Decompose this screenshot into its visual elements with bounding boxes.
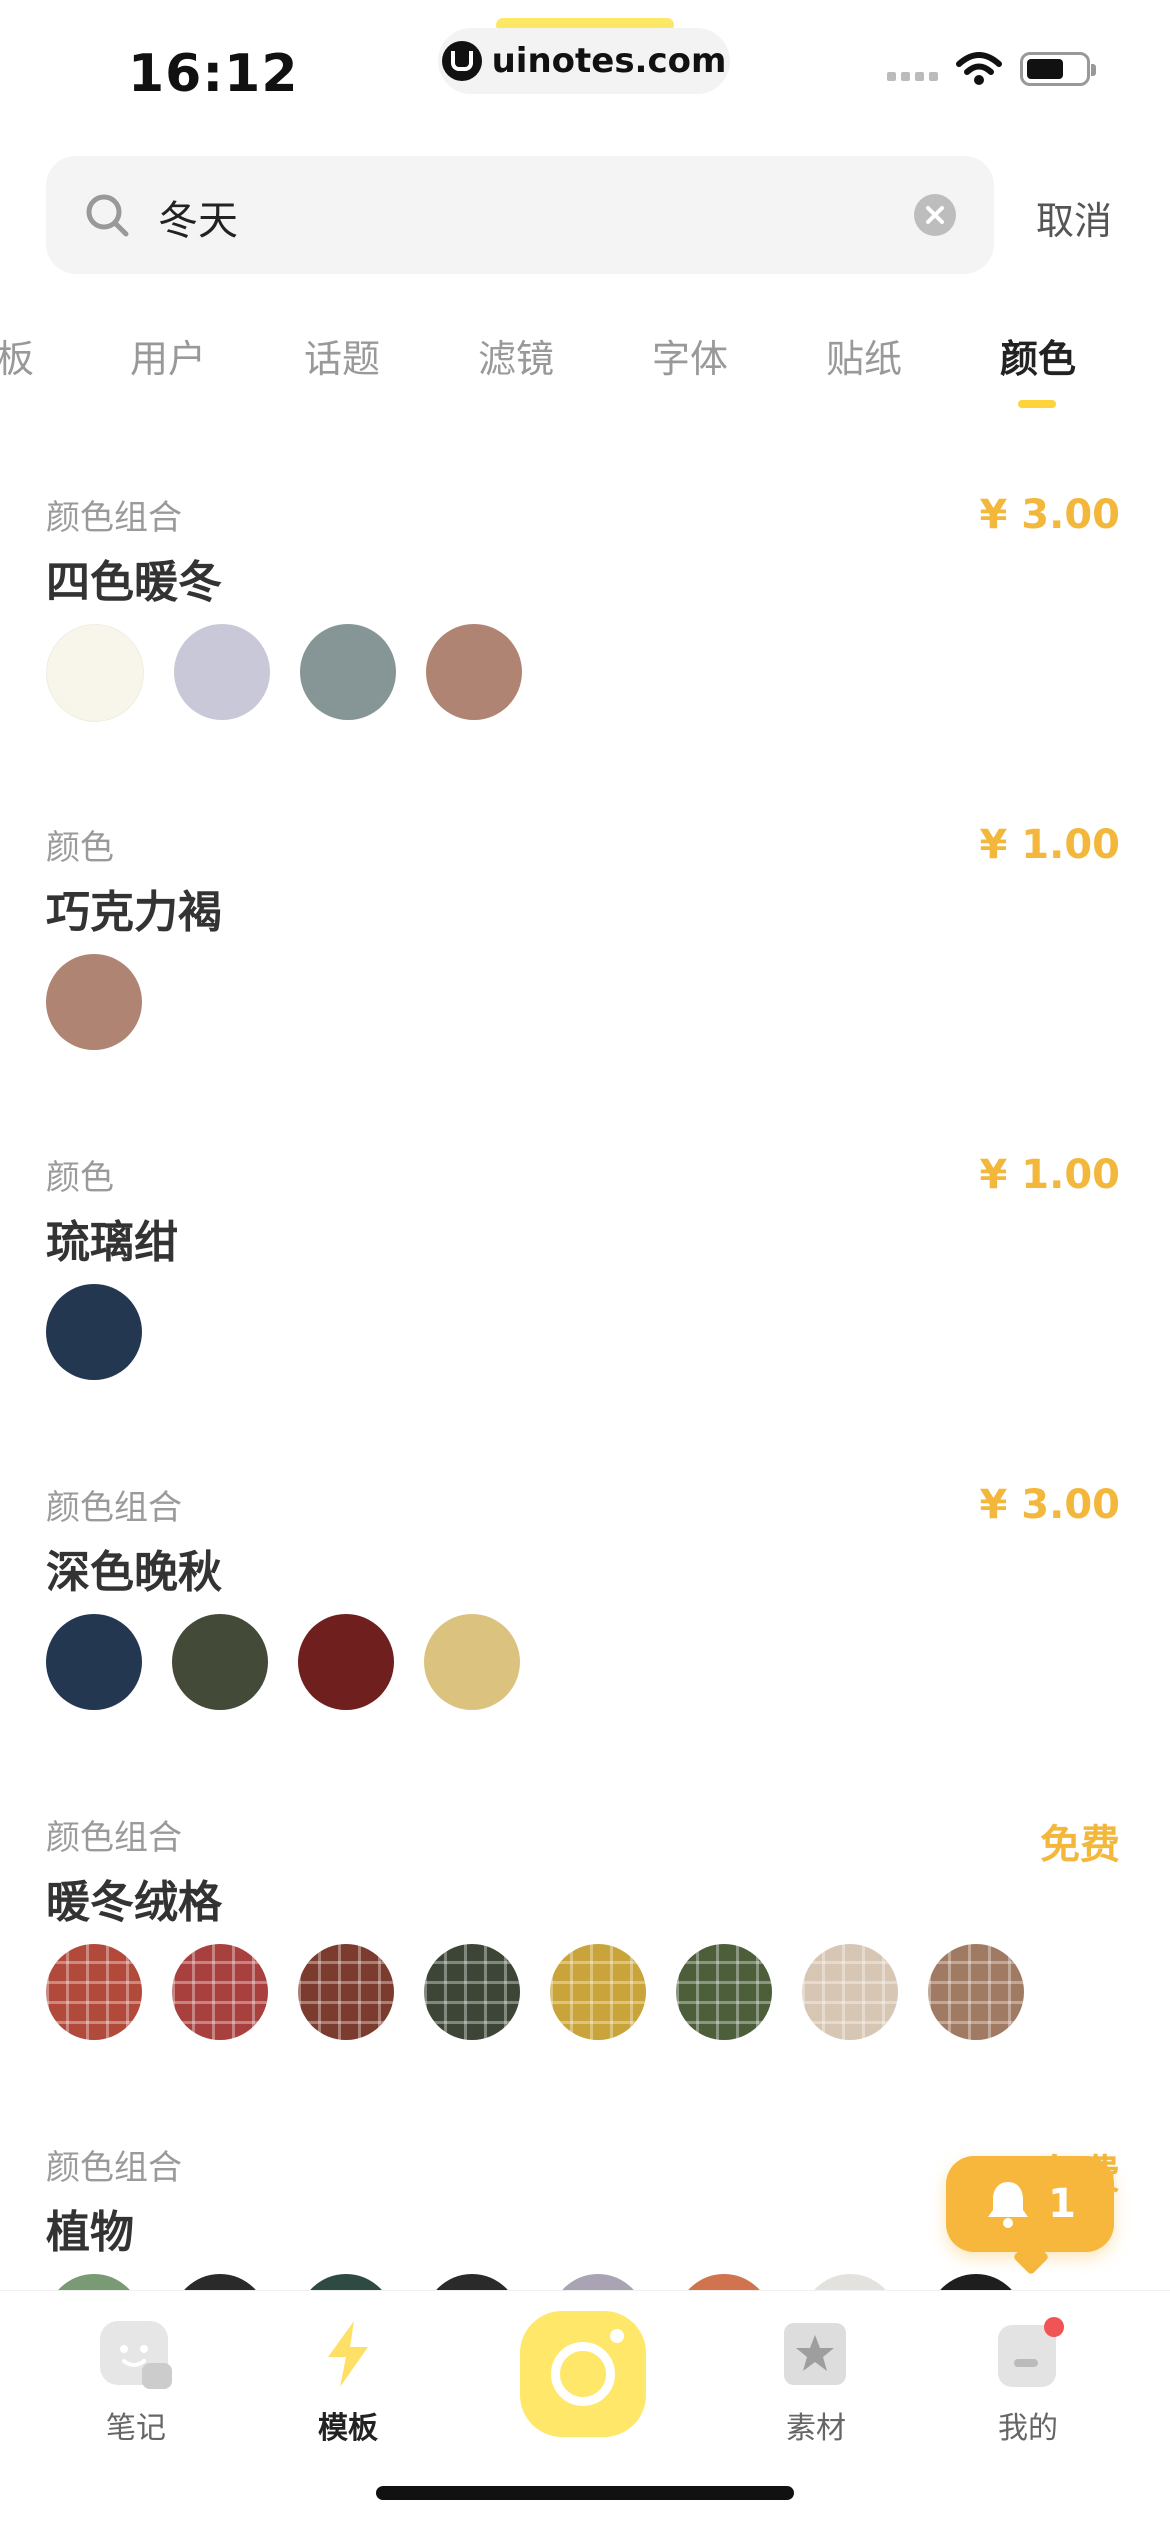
nav-templates[interactable]: 模板 (288, 2317, 408, 2447)
result-price: 免费 (1040, 1822, 1120, 1868)
plaid-swatch (172, 1944, 268, 2040)
category-tabs: 板 用户 话题 滤镜 字体 贴纸 颜色 (0, 320, 1170, 420)
color-swatch (172, 1614, 268, 1710)
url-text: uinotes.com (491, 41, 727, 81)
site-logo-icon (441, 41, 482, 81)
tab-users[interactable]: 用户 (130, 328, 206, 383)
color-swatch (46, 624, 144, 722)
tab-colors[interactable]: 颜色 (1000, 328, 1076, 383)
active-tab-indicator (1018, 400, 1056, 408)
color-swatch (46, 1284, 142, 1380)
result-price: ¥ 3.00 (979, 1482, 1120, 1528)
cancel-button[interactable]: 取消 (1036, 190, 1112, 245)
swatch-list (46, 1284, 142, 1380)
tab-topics[interactable]: 话题 (304, 328, 380, 383)
star-box-icon (776, 2317, 856, 2391)
color-swatch (426, 624, 522, 720)
result-title: 植物 (46, 2207, 134, 2258)
plaid-swatch (46, 1944, 142, 2040)
tab-stickers[interactable]: 贴纸 (826, 328, 902, 383)
search-input[interactable]: 冬天 (46, 156, 994, 274)
nav-materials-label: 素材 (786, 2411, 846, 2446)
result-type: 颜色组合 (46, 498, 182, 538)
result-type: 颜色组合 (46, 1818, 182, 1858)
url-pill: uinotes.com (438, 28, 730, 94)
camera-button[interactable] (520, 2311, 646, 2437)
tab-fonts[interactable]: 字体 (652, 328, 728, 383)
result-title: 琉璃绀 (46, 1217, 178, 1268)
notification-button[interactable]: 1 (946, 2156, 1114, 2252)
plaid-swatch (424, 1944, 520, 2040)
nav-materials[interactable]: 素材 (756, 2317, 876, 2447)
result-title: 巧克力褐 (46, 887, 222, 938)
result-type: 颜色组合 (46, 1488, 182, 1528)
search-icon (86, 194, 129, 237)
color-swatch (424, 1614, 520, 1710)
result-title: 四色暖冬 (46, 557, 222, 608)
notes-icon (96, 2317, 176, 2391)
nav-templates-label: 模板 (318, 2411, 378, 2446)
home-indicator (376, 2486, 794, 2500)
color-swatch (300, 624, 396, 720)
color-swatch (46, 954, 142, 1050)
bell-icon (988, 2182, 1029, 2228)
nav-notes-label: 笔记 (106, 2411, 166, 2446)
result-price: ¥ 1.00 (979, 1152, 1120, 1198)
status-bar: 16:12 uinotes.com (0, 0, 1170, 140)
battery-icon (1020, 52, 1096, 86)
result-price: ¥ 3.00 (979, 492, 1120, 538)
swatch-list (46, 1614, 520, 1710)
result-type: 颜色组合 (46, 2148, 182, 2188)
plaid-swatch (298, 1944, 394, 2040)
camera-flash-dot (610, 2329, 624, 2343)
profile-icon (988, 2317, 1068, 2391)
swatch-list (46, 624, 522, 722)
result-price: ¥ 1.00 (979, 822, 1120, 868)
status-time: 16:12 (128, 44, 299, 104)
plaid-swatch (802, 1944, 898, 2040)
cellular-signal-icon (887, 57, 938, 81)
result-title: 深色晚秋 (46, 1547, 222, 1598)
status-icons (887, 52, 1096, 86)
result-type: 颜色 (46, 828, 114, 868)
swatch-list (46, 954, 142, 1050)
swatch-list (46, 1944, 1024, 2040)
color-swatch (174, 624, 270, 720)
result-type: 颜色 (46, 1158, 114, 1198)
color-swatch (298, 1614, 394, 1710)
plaid-swatch (676, 1944, 772, 2040)
wifi-icon (956, 52, 1002, 85)
clear-search-icon[interactable] (914, 194, 956, 236)
search-value[interactable]: 冬天 (158, 188, 238, 246)
tab-templates[interactable]: 板 (0, 328, 34, 383)
tab-filters[interactable]: 滤镜 (478, 328, 554, 383)
nav-notes[interactable]: 笔记 (76, 2317, 196, 2447)
notification-count: 1 (1048, 2181, 1076, 2227)
result-title: 暖冬绒格 (46, 1877, 222, 1928)
plaid-swatch (928, 1944, 1024, 2040)
lightning-icon (308, 2317, 388, 2391)
color-swatch (46, 1614, 142, 1710)
plaid-swatch (550, 1944, 646, 2040)
camera-icon (551, 2342, 615, 2406)
nav-mine[interactable]: 我的 (968, 2317, 1088, 2447)
nav-mine-label: 我的 (998, 2411, 1058, 2446)
